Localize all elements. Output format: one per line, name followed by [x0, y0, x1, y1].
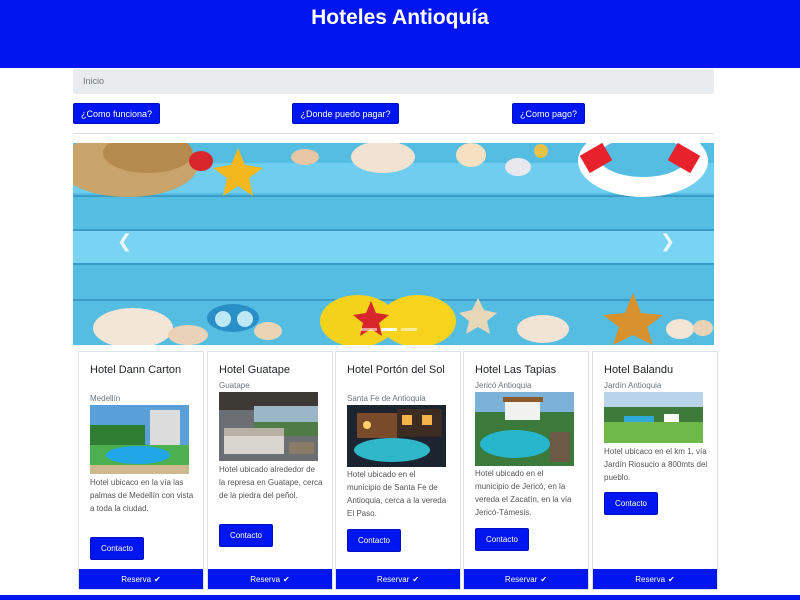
- reserve-label: Reserva: [121, 574, 152, 584]
- carousel-prev-icon[interactable]: ❮: [117, 231, 132, 252]
- carousel-indicator[interactable]: [401, 328, 417, 331]
- carousel-indicators: [361, 328, 417, 331]
- reserve-label: Reservar: [376, 574, 410, 584]
- reserve-label: Reserva: [635, 574, 666, 584]
- check-icon: ✔: [668, 574, 675, 584]
- contact-button[interactable]: Contacto: [219, 524, 273, 547]
- breadcrumb-item-home[interactable]: Inicio: [83, 76, 104, 86]
- hotel-name: Hotel Balandu: [604, 364, 674, 376]
- carousel-indicator[interactable]: [361, 328, 377, 331]
- hotel-location: Medellín: [90, 394, 121, 403]
- breadcrumb: Inicio: [73, 69, 714, 94]
- reserve-button[interactable]: Reservar ✔: [464, 569, 588, 589]
- hotel-name: Hotel Portón del Sol: [347, 364, 445, 376]
- contact-button[interactable]: Contacto: [90, 537, 144, 560]
- check-icon: ✔: [540, 574, 548, 584]
- page-title: Hoteles Antioquía: [311, 6, 489, 29]
- hotel-description: Hotel ubicaco en el km 1, vía Jardín Rio…: [604, 447, 708, 482]
- hotel-name: Hotel Guatape: [219, 364, 290, 376]
- check-icon: ✔: [154, 574, 161, 584]
- check-icon: ✔: [412, 574, 420, 584]
- hotel-photo: [475, 392, 574, 466]
- reserve-button[interactable]: Reserva ✔: [593, 569, 717, 589]
- hotel-photo: [347, 405, 446, 467]
- carousel: ❮ ❯: [73, 143, 714, 345]
- how-it-works-button[interactable]: ¿Como funciona?: [73, 103, 160, 124]
- hotel-photo: [219, 392, 318, 461]
- divider: [73, 133, 714, 134]
- hotel-description: Hotel ubicado en el municipio de Jericó,…: [475, 469, 572, 517]
- reserve-label: Reservar: [504, 574, 538, 584]
- hotel-photo: [90, 405, 189, 474]
- carousel-slide-image: [73, 143, 714, 345]
- check-icon: ✔: [283, 574, 290, 584]
- bottom-border: [0, 595, 800, 600]
- reserve-button[interactable]: Reserva ✔: [208, 569, 332, 589]
- hotel-card: Hotel Dann Carton Medellín Hotel ubicaco…: [78, 351, 204, 590]
- hotel-location: Guatape: [219, 381, 250, 390]
- where-to-pay-button[interactable]: ¿Donde puedo pagar?: [292, 103, 399, 124]
- hotel-card: Hotel Guatape Guatape Hotel ubicado alre…: [207, 351, 333, 590]
- hotel-location: Santa Fe de Antioquia: [347, 394, 426, 403]
- hotel-card: Hotel Balandu Jardín Antioquia Hotel ubi…: [592, 351, 718, 590]
- carousel-next-icon[interactable]: ❯: [660, 231, 675, 252]
- reserve-label: Reserva: [250, 574, 281, 584]
- how-to-pay-button[interactable]: ¿Como pago?: [512, 103, 585, 124]
- site-header: Hoteles Antioquía: [0, 0, 800, 68]
- hotel-location: Jericó Antioquia: [475, 381, 532, 390]
- reserve-button[interactable]: Reserva ✔: [79, 569, 203, 589]
- hotel-description: Hotel ubicado en el municipio de Santa F…: [347, 470, 447, 518]
- contact-button[interactable]: Contacto: [604, 492, 658, 515]
- hotel-card: Hotel Las Tapias Jericó Antioquia Hotel …: [463, 351, 589, 590]
- hotel-name: Hotel Dann Carton: [90, 364, 182, 376]
- hotel-description: Hotel ubicaco en la vía las palmas de Me…: [90, 478, 194, 513]
- hotel-location: Jardín Antioquia: [604, 381, 662, 390]
- carousel-indicator[interactable]: [381, 328, 397, 331]
- reserve-button[interactable]: Reservar ✔: [336, 569, 460, 589]
- contact-button[interactable]: Contacto: [475, 528, 529, 551]
- hotel-photo: [604, 392, 703, 443]
- hotel-name: Hotel Las Tapias: [475, 364, 557, 376]
- hotel-card: Hotel Portón del Sol Santa Fe de Antioqu…: [335, 351, 461, 590]
- hotel-description: Hotel ubicado alrededor de la represa en…: [219, 465, 323, 500]
- contact-button[interactable]: Contacto: [347, 529, 401, 552]
